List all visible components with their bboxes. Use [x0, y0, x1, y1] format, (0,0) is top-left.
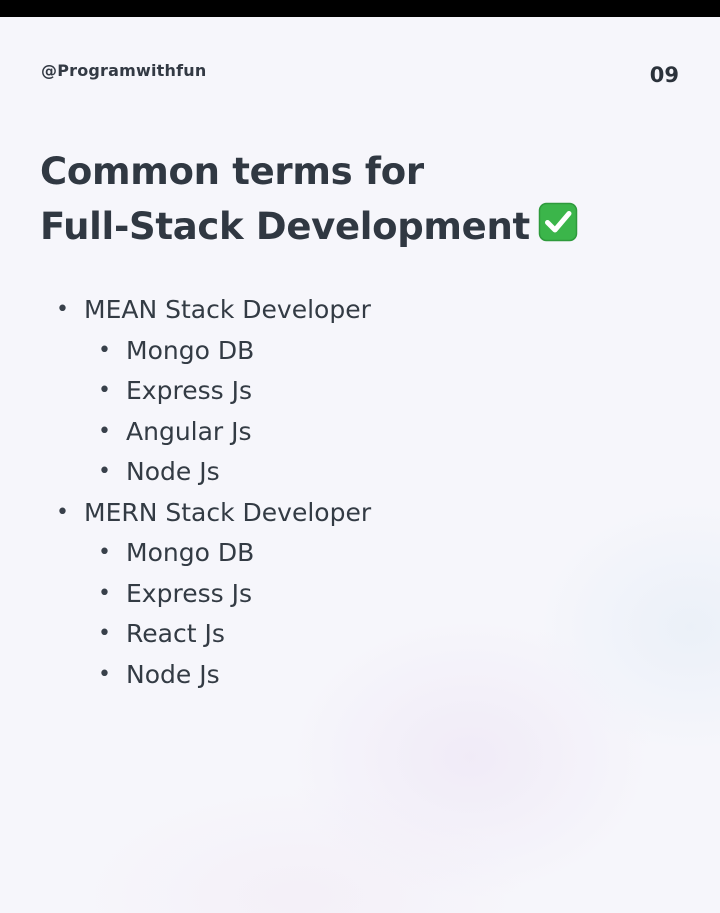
component-label: Express Js: [126, 376, 252, 405]
component-label: Node Js: [126, 659, 220, 689]
bullet: •: [98, 540, 111, 565]
page-number: 09: [649, 63, 679, 87]
bullet: •: [98, 337, 111, 363]
bullet: •: [56, 499, 69, 525]
stack-component: • Express Js: [0, 371, 720, 412]
bullet: •: [98, 459, 111, 484]
title-line-2-wrap: Full-Stack Development: [40, 199, 578, 254]
bullet: •: [98, 418, 111, 444]
slide-title: Common terms for Full-Stack Development: [40, 144, 578, 254]
stack-component: • React Js: [0, 614, 720, 655]
title-line-2: Full-Stack Development: [40, 205, 530, 248]
bullet: •: [98, 621, 111, 646]
bullet: •: [56, 297, 69, 322]
component-label: Mongo DB: [126, 335, 255, 365]
check-mark-button-icon: [538, 202, 578, 242]
component-label: Angular Js: [126, 416, 252, 446]
stack-item-mern: • MERN Stack Developer: [0, 493, 720, 534]
component-label: React Js: [126, 619, 225, 648]
component-label: Express Js: [126, 578, 252, 608]
stack-item-mean: • MEAN Stack Developer: [0, 290, 720, 331]
account-handle: @Programwithfun: [41, 61, 207, 80]
bullet: •: [98, 378, 111, 403]
stack-component: • Angular Js: [0, 412, 720, 453]
stack-list: • MEAN Stack Developer • Mongo DB • Expr…: [0, 290, 720, 695]
bullet: •: [98, 661, 111, 687]
stack-component: • Mongo DB: [0, 533, 720, 574]
stack-component: • Mongo DB: [0, 331, 720, 372]
component-label: Mongo DB: [126, 538, 255, 567]
stack-component: • Node Js: [0, 452, 720, 493]
stack-label: MERN Stack Developer: [84, 497, 372, 527]
stack-label: MEAN Stack Developer: [84, 295, 371, 324]
stack-component: • Express Js: [0, 574, 720, 615]
stack-component: • Node Js: [0, 655, 720, 696]
top-bar: [0, 0, 720, 17]
slide: @Programwithfun 09 Common terms for Full…: [0, 17, 720, 913]
bullet: •: [98, 580, 111, 606]
title-line-1: Common terms for: [40, 150, 424, 193]
component-label: Node Js: [126, 457, 220, 486]
